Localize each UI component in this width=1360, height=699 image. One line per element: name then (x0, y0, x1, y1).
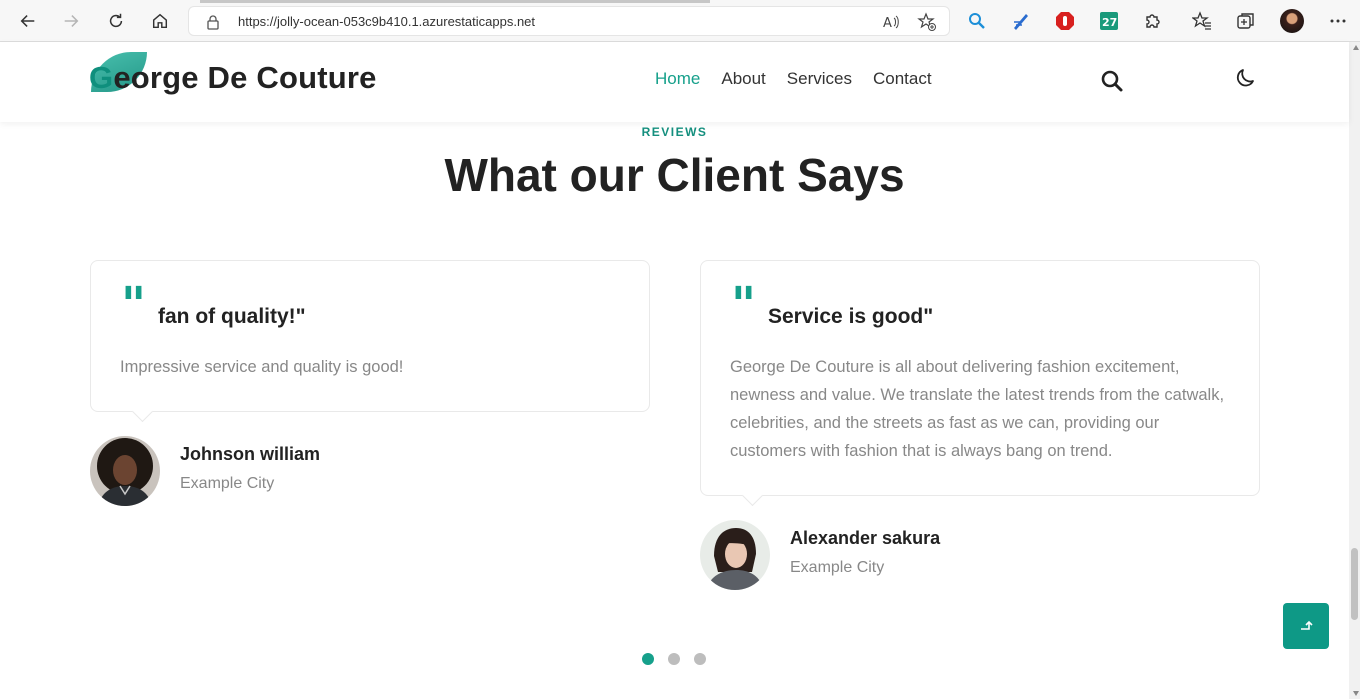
scroll-up-arrow-icon[interactable] (1352, 45, 1359, 50)
reviewer-avatar (700, 520, 770, 590)
pen-extension-icon[interactable] (1011, 11, 1031, 31)
adblock-extension-icon[interactable] (1055, 11, 1075, 31)
section-title: What our Client Says (444, 149, 905, 201)
reviewer-city: Example City (790, 559, 885, 576)
more-menu-icon[interactable] (1328, 11, 1348, 31)
dark-mode-moon-icon[interactable] (1234, 66, 1258, 90)
search-icon[interactable] (1100, 69, 1124, 93)
scroll-down-arrow-icon[interactable] (1352, 691, 1359, 696)
nav-home[interactable]: Home (655, 69, 700, 89)
svg-text:A: A (883, 16, 892, 31)
quote-icon: " (731, 277, 757, 333)
svg-text:27: 27 (1102, 16, 1117, 29)
nav-services[interactable]: Services (787, 69, 852, 89)
carousel-dot-3[interactable] (694, 653, 706, 665)
read-aloud-icon[interactable]: A (881, 12, 901, 32)
nav-contact[interactable]: Contact (873, 69, 932, 89)
add-favorite-icon[interactable] (917, 12, 937, 32)
profile-avatar[interactable] (1280, 9, 1304, 33)
reviewer-avatar (90, 436, 160, 506)
favorites-icon[interactable] (1192, 11, 1212, 31)
address-bar[interactable]: https://jolly-ocean-053c9b410.1.azuresta… (188, 6, 950, 36)
forward-button[interactable] (56, 6, 86, 36)
site-logo[interactable]: George De Couture (89, 52, 379, 102)
review-title: fan of quality!" (158, 305, 306, 328)
back-to-top-button[interactable] (1283, 603, 1329, 649)
main-nav: Home About Services Contact (655, 69, 932, 89)
page-scrollbar[interactable] (1349, 42, 1360, 699)
reviewer-city: Example City (180, 475, 275, 492)
section-tag: REVIEWS (641, 125, 708, 139)
tab-strip-edge (200, 0, 710, 3)
collections-icon[interactable] (1236, 11, 1256, 31)
refresh-button[interactable] (101, 6, 131, 36)
carousel-pagination (642, 653, 706, 665)
scrollbar-thumb[interactable] (1351, 548, 1358, 620)
back-arrow-icon (20, 15, 35, 27)
reviewer-name: Johnson william (180, 444, 321, 464)
carousel-dot-2[interactable] (668, 653, 680, 665)
home-button[interactable] (145, 6, 175, 36)
review-card-1: " fan of quality!" Impressive service an… (90, 260, 650, 412)
home-icon (152, 13, 168, 29)
back-button[interactable] (13, 6, 43, 36)
nav-about[interactable]: About (721, 69, 765, 89)
site-header: George De Couture Home About Services Co… (0, 42, 1349, 122)
browser-toolbar: https://jolly-ocean-053c9b410.1.azuresta… (0, 0, 1360, 42)
forward-arrow-icon (64, 15, 79, 27)
reviewer-name: Alexander sakura (790, 528, 941, 548)
carousel-dot-1[interactable] (642, 653, 654, 665)
logo-text: George De Couture (89, 60, 377, 95)
review-text: Impressive service and quality is good! (120, 358, 404, 376)
review-title: Service is good" (768, 305, 934, 328)
review-card-2: " Service is good" George De Couture is … (700, 260, 1260, 496)
lock-icon (207, 15, 219, 30)
url-text: https://jolly-ocean-053c9b410.1.azuresta… (238, 14, 536, 29)
refresh-icon (109, 13, 123, 28)
quote-icon: " (121, 277, 147, 333)
calendar-extension-icon[interactable]: 27 (1099, 11, 1119, 31)
arrow-up-icon (1301, 620, 1313, 630)
search-extension-icon[interactable] (967, 11, 987, 31)
review-text: George De Couture is all about deliverin… (730, 358, 1225, 460)
extensions-puzzle-icon[interactable] (1143, 11, 1163, 31)
